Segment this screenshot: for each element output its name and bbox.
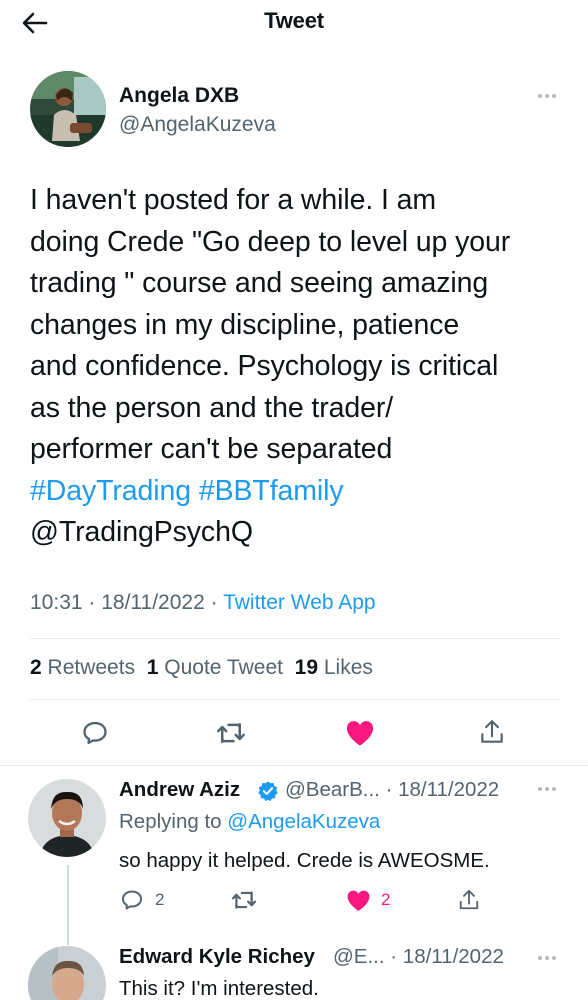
reply-icon <box>83 721 107 745</box>
share-button[interactable] <box>477 716 507 748</box>
retweets-stat[interactable]: 2 Retweets <box>30 656 135 679</box>
thread-connector <box>67 865 69 945</box>
replying-to-mention[interactable]: @AngelaKuzeva <box>227 810 380 833</box>
reply-reply-button[interactable] <box>119 887 145 913</box>
hashtag-link[interactable]: #BBTfamily <box>199 475 344 507</box>
author-handle[interactable]: @AngelaKuzeva <box>119 113 276 137</box>
author-name[interactable]: Angela DXB <box>119 84 239 108</box>
reply-handle-date[interactable]: @E... · 18/11/2022 <box>333 945 504 969</box>
likes-stat[interactable]: 19 Likes <box>295 656 373 679</box>
replying-to-prefix: Replying to <box>119 810 222 833</box>
reply-avatar[interactable] <box>28 779 106 857</box>
retweet-icon <box>231 891 257 909</box>
reply-avatar[interactable] <box>28 946 106 1000</box>
reply-more-button[interactable] <box>538 956 556 960</box>
divider <box>30 638 560 639</box>
quotes-stat[interactable]: 1 Quote Tweet <box>147 656 283 679</box>
reply-author-name[interactable]: Edward Kyle Richey <box>119 945 315 969</box>
more-icon <box>538 94 542 98</box>
verified-badge-icon <box>258 781 278 802</box>
heart-icon <box>346 721 374 746</box>
more-icon <box>538 787 542 791</box>
heart-icon <box>347 890 369 911</box>
mention-link[interactable]: @TradingPsychQ <box>30 512 570 554</box>
tweet-text-line: trading " course and seeing amazing <box>30 267 489 299</box>
retweet-button[interactable] <box>215 718 247 748</box>
share-icon <box>459 889 479 910</box>
retweet-icon <box>217 723 245 743</box>
more-icon <box>538 956 542 960</box>
reply-button[interactable] <box>80 718 110 748</box>
divider <box>0 765 588 766</box>
reply-handle-date[interactable]: @BearB... · 18/11/2022 <box>285 778 499 802</box>
reply-share-button[interactable] <box>456 886 482 914</box>
tweet-text-line: doing Crede "Go deep to level up your <box>30 225 511 258</box>
tweet-source[interactable]: Twitter Web App <box>223 591 376 614</box>
share-icon <box>481 720 503 743</box>
tweet-date[interactable]: 18/11/2022 <box>101 591 205 614</box>
page-title: Tweet <box>264 8 324 33</box>
tweet-stats: 2 Retweets 1 Quote Tweet 19 Likes <box>30 656 373 680</box>
tweet-time[interactable]: 10:31 <box>30 591 83 614</box>
tweet-timestamp: 10:31 · 18/11/2022 · Twitter Web App <box>30 591 376 614</box>
author-avatar[interactable] <box>30 71 106 147</box>
tweet-text-line: as the person and the trader/ <box>30 391 394 424</box>
replying-to: Replying to @AngelaKuzeva <box>119 810 380 834</box>
reply-like-button[interactable] <box>344 887 372 913</box>
tweet-text-line: I haven't posted for a while. I am <box>30 184 437 216</box>
hashtag-line: #DayTrading #BBTfamily <box>30 471 570 513</box>
reply-more-button[interactable] <box>538 787 556 791</box>
reply-author-name[interactable]: Andrew Aziz <box>119 778 240 802</box>
tweet-text: I haven't posted for a while. I am doing… <box>30 180 570 554</box>
tweet-text-line: and confidence. Psychology is critical <box>30 350 499 382</box>
hashtag-link[interactable]: #DayTrading <box>30 475 191 507</box>
reply-text: so happy it helped. Crede is AWEOSME. <box>119 849 490 872</box>
divider <box>30 699 560 700</box>
top-bar: Tweet <box>0 0 588 44</box>
like-button[interactable] <box>344 717 376 749</box>
reply-like-count: 2 <box>381 890 391 909</box>
reply-icon <box>122 890 142 910</box>
tweet-more-button[interactable] <box>538 94 556 98</box>
reply-retweet-button[interactable] <box>230 887 258 913</box>
reply-text: This it? I'm interested. <box>119 977 319 1000</box>
tweet-text-line: performer can't be separated <box>30 433 393 465</box>
tweet-text-line: changes in my discipline, patience <box>30 308 460 341</box>
reply-reply-count: 2 <box>155 890 165 909</box>
